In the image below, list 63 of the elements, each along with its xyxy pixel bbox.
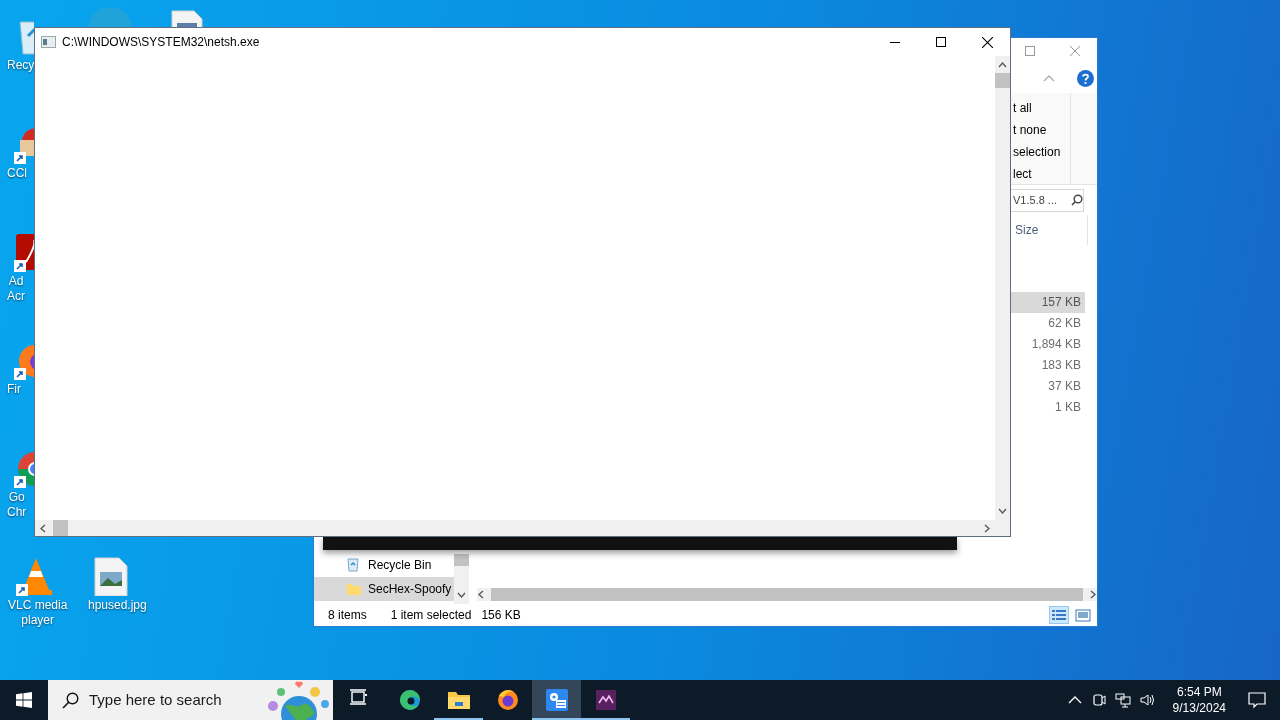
status-text: 8 items: [328, 607, 367, 624]
scroll-thumb[interactable]: [454, 554, 469, 566]
line-chart-app-icon: [593, 688, 618, 712]
file-size-cell[interactable]: 37 KB: [1011, 376, 1085, 397]
maximize-icon: [1024, 45, 1035, 56]
help-icon[interactable]: [1077, 69, 1094, 87]
search-field[interactable]: V1.5.8 ...: [1013, 191, 1071, 209]
chevron-right-icon[interactable]: [983, 523, 991, 533]
search-icon: [1071, 194, 1083, 206]
view-button[interactable]: [1049, 606, 1069, 624]
status-text: 1 item selected: [390, 607, 472, 624]
acrobat-icon[interactable]: [14, 232, 34, 272]
window-title: C:\WINDOWS\SYSTEM32\netsh.exe: [62, 34, 261, 51]
chevron-left-icon[interactable]: [39, 523, 47, 533]
scrollbar[interactable]: [454, 554, 469, 604]
status-text: 156 KB: [481, 607, 521, 624]
file-size-cell[interactable]: 183 KB: [1011, 355, 1085, 376]
close-icon: [981, 36, 993, 48]
ribbon-command[interactable]: lect: [1013, 163, 1070, 185]
scroll-thumb[interactable]: [53, 520, 68, 536]
taskbar-app-button[interactable]: [532, 680, 581, 720]
notification-icon: [1248, 691, 1266, 709]
windows-logo-icon: [16, 692, 32, 708]
scrollbar[interactable]: [35, 520, 1010, 536]
webcam-icon[interactable]: [1090, 692, 1107, 708]
search-icon: [62, 691, 79, 709]
file-size-cell[interactable]: 1 KB: [1011, 397, 1085, 418]
image-file-icon[interactable]: [91, 556, 131, 596]
scrollbar[interactable]: [995, 56, 1010, 520]
clock-date[interactable]: 9/13/2024: [1172, 700, 1226, 716]
recycle-bin-icon: [346, 557, 362, 573]
chevron-down-icon[interactable]: [998, 508, 1007, 514]
chevron-down-icon[interactable]: [457, 592, 466, 598]
icon-label[interactable]: VLC media player: [8, 598, 68, 628]
ribbon-command[interactable]: t all: [1013, 97, 1070, 119]
chevron-right-icon[interactable]: [1089, 590, 1097, 599]
console-icon: [41, 36, 56, 48]
search-bar[interactable]: Type here to search: [48, 680, 333, 720]
search-box[interactable]: V1.5.8 ...: [1008, 188, 1084, 212]
icon-label[interactable]: Go Chr: [7, 490, 27, 520]
close-icon: [1069, 45, 1080, 56]
network-icon[interactable]: [1114, 692, 1131, 708]
edge-icon: [397, 688, 422, 712]
icon-label[interactable]: hpused.jpg: [88, 598, 147, 613]
clock-time[interactable]: 6:54 PM: [1172, 684, 1226, 700]
nav-item[interactable]: Recycle Bin: [314, 553, 454, 577]
nav-item[interactable]: SecHex-Spoofy: [314, 577, 454, 601]
file-size-cell[interactable]: 62 KB: [1011, 313, 1085, 334]
volume-icon[interactable]: [1138, 692, 1155, 708]
ribbon-command[interactable]: selection: [1013, 141, 1070, 163]
firefox-icon: [495, 688, 520, 712]
ribbon-command[interactable]: t none: [1013, 119, 1070, 141]
scroll-thumb[interactable]: [995, 73, 1010, 88]
chevron-left-icon[interactable]: [477, 590, 485, 599]
details-view-icon: [1051, 607, 1067, 623]
chevron-up-icon[interactable]: [998, 62, 1007, 68]
folder-icon: [346, 581, 362, 597]
maximize-icon: [936, 37, 946, 47]
large-icons-view-icon: [1075, 607, 1091, 623]
search-field[interactable]: Type here to search: [89, 688, 259, 712]
file-size-cell[interactable]: 157 KB: [1011, 292, 1085, 313]
file-size-cell[interactable]: 1,894 KB: [1011, 334, 1085, 355]
settings-window-icon: [544, 688, 569, 712]
